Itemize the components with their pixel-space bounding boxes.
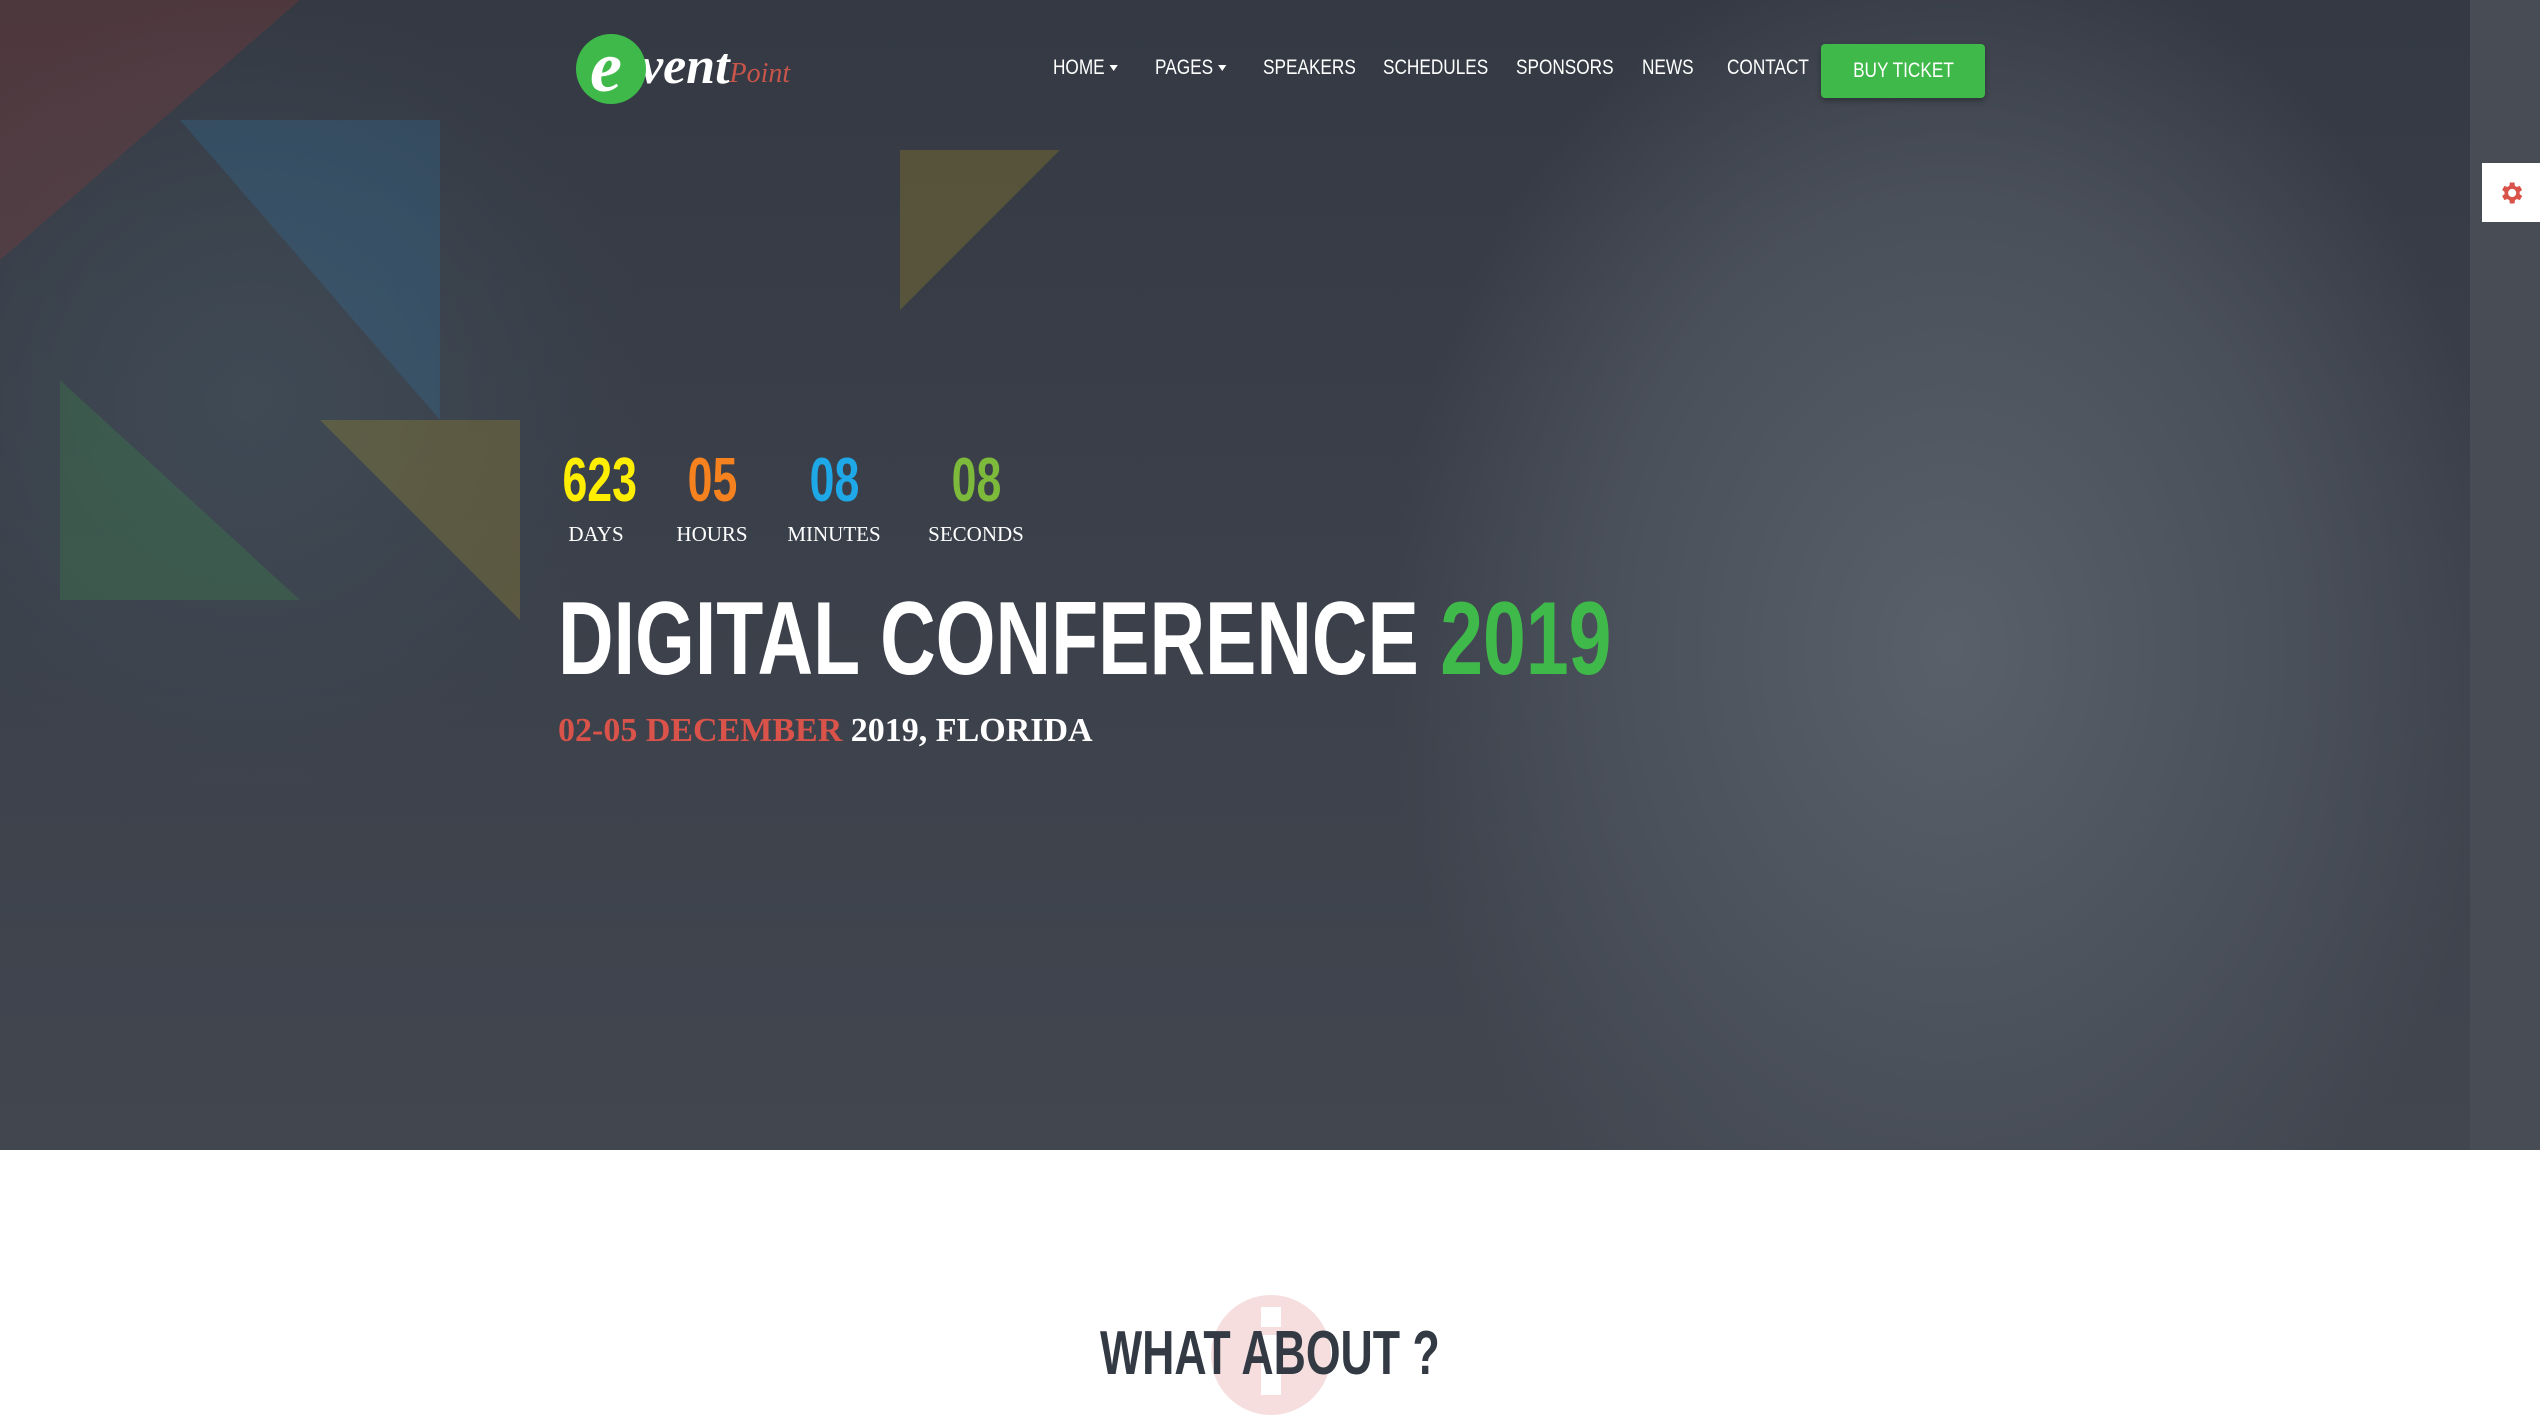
nav-home[interactable]: HOME <box>1053 56 1118 80</box>
nav-pages-label: PAGES <box>1155 56 1214 79</box>
logo-main: vent <box>640 38 730 95</box>
minutes-value: 08 <box>809 446 859 515</box>
hero-date: 02-05 DECEMBER 2019, FLORIDA <box>558 712 1093 750</box>
countdown-hours: 05 HOURS <box>672 445 752 547</box>
main-nav: HOME PAGES SPEAKERS SCHEDULES SPONSORS N… <box>1053 56 1817 80</box>
nav-contact[interactable]: CONTACT <box>1727 56 1809 80</box>
days-label: DAYS <box>568 522 624 546</box>
caret-down-icon <box>1217 65 1227 72</box>
hero-title-year: 2019 <box>1440 581 1612 697</box>
hero-title-text: DIGITAL CONFERENCE <box>558 581 1419 697</box>
nav-news[interactable]: NEWS <box>1642 56 1694 80</box>
settings-button[interactable] <box>2482 163 2540 222</box>
nav-home-label: HOME <box>1053 56 1105 79</box>
section-title-text: WHAT ABOUT ? <box>1100 1319 1440 1388</box>
nav-speakers[interactable]: SPEAKERS <box>1263 56 1356 80</box>
countdown-seconds: 08 SECONDS <box>918 445 1034 547</box>
hours-label: HOURS <box>676 522 748 546</box>
days-value: 623 <box>562 446 637 515</box>
nav-schedules[interactable]: SCHEDULES <box>1383 56 1488 80</box>
buy-ticket-button[interactable]: BUY TICKET <box>1821 44 1985 98</box>
countdown-days: 623 DAYS <box>548 445 644 547</box>
nav-pages[interactable]: PAGES <box>1155 56 1227 80</box>
minutes-label: MINUTES <box>787 522 881 546</box>
seconds-label: SECONDS <box>928 522 1024 546</box>
seconds-value: 08 <box>951 446 1001 515</box>
countdown-minutes: 08 MINUTES <box>784 445 884 547</box>
section-title: WHAT ABOUT ? <box>0 1318 2540 1389</box>
hero-section <box>0 0 2470 1150</box>
nav-sponsors[interactable]: SPONSORS <box>1516 56 1614 80</box>
hero-date-rest: 2019, FLORIDA <box>850 712 1093 749</box>
logo-initial: e <box>590 27 622 107</box>
logo[interactable]: e vent Point <box>576 27 791 107</box>
hero-title: DIGITAL CONFERENCE 2019 <box>558 580 1611 699</box>
hours-value: 05 <box>687 446 737 515</box>
gear-icon <box>2502 182 2523 203</box>
buy-ticket-label: BUY TICKET <box>1852 59 1954 82</box>
caret-down-icon <box>1109 65 1118 72</box>
hero-date-highlight: 02-05 DECEMBER <box>558 712 843 749</box>
logo-suffix: Point <box>729 58 791 89</box>
logo-mark: e <box>576 27 646 107</box>
